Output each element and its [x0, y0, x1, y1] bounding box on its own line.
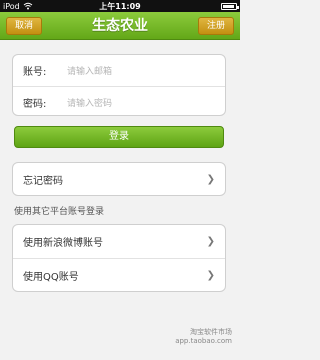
forgot-password-row[interactable]: 忘记密码 ❯ — [13, 163, 225, 195]
social-login-card: 使用新浪微博账号 ❯ 使用QQ账号 ❯ — [12, 224, 226, 292]
account-row: 账号: 请输入邮箱 — [13, 55, 225, 86]
watermark-line-1: 淘宝软件市场 — [190, 328, 232, 336]
watermark: 淘宝软件市场 app.taobao.com — [175, 328, 232, 346]
forgot-password-label: 忘记密码 — [23, 175, 63, 187]
chevron-right-icon: ❯ — [206, 269, 215, 281]
qq-login-row[interactable]: 使用QQ账号 ❯ — [13, 258, 225, 291]
login-button[interactable]: 登录 — [14, 126, 224, 148]
weibo-login-row[interactable]: 使用新浪微博账号 ❯ — [13, 225, 225, 258]
register-button[interactable]: 注册 — [198, 17, 234, 35]
account-label: 账号: — [23, 67, 47, 78]
password-input[interactable]: 请输入密码 — [67, 96, 215, 109]
nav-bar: 生态农业 取消 注册 — [0, 12, 240, 40]
battery-icon — [221, 2, 239, 10]
other-login-title: 使用其它平台账号登录 — [14, 207, 105, 217]
login-form: 账号: 请输入邮箱 密码: 请输入密码 — [12, 54, 226, 116]
forgot-password-card: 忘记密码 ❯ — [12, 162, 226, 196]
status-time: 上午11:09 — [99, 1, 141, 11]
password-label: 密码: — [23, 98, 47, 110]
status-bar: iPod 上午11:09 — [0, 0, 240, 12]
password-row: 密码: 请输入密码 — [13, 86, 225, 117]
qq-login-label: 使用QQ账号 — [23, 271, 79, 283]
chevron-right-icon: ❯ — [206, 173, 215, 185]
cancel-button[interactable]: 取消 — [6, 17, 42, 35]
chevron-right-icon: ❯ — [206, 236, 215, 247]
weibo-login-label: 使用新浪微博账号 — [23, 238, 103, 249]
account-input[interactable]: 请输入邮箱 — [67, 64, 215, 77]
watermark-line-2: app.taobao.com — [175, 337, 232, 345]
